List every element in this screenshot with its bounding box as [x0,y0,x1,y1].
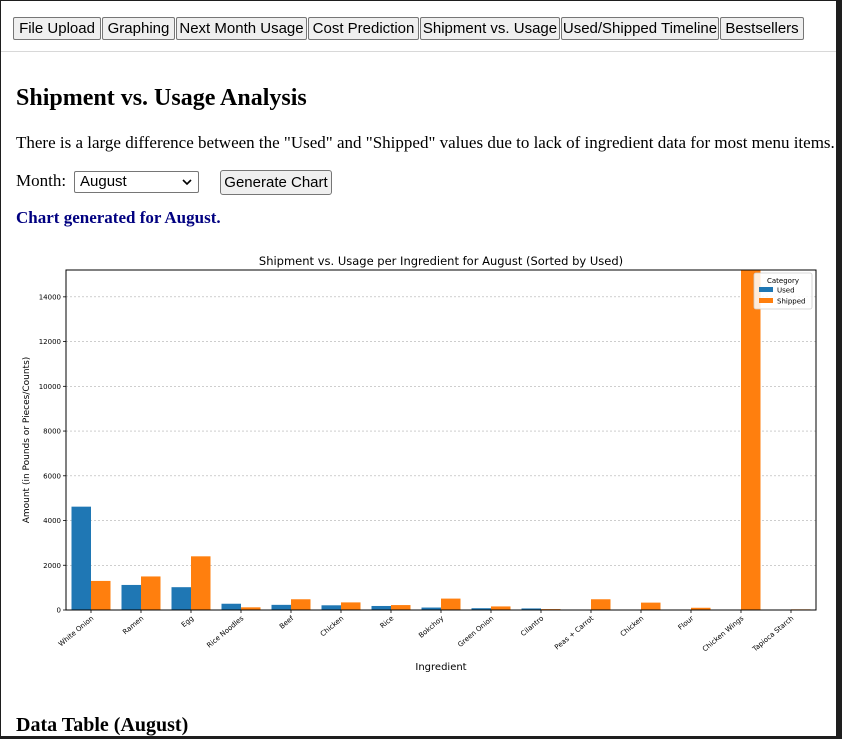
tab-graphing[interactable]: Graphing [102,17,175,40]
legend-label-shipped: Shipped [777,298,805,306]
chevron-down-icon [182,179,192,186]
x-tick-label: Chicken [619,614,645,638]
legend-label-used: Used [777,287,795,295]
x-tick-label: Peas + Carrot [553,614,595,651]
tab-cost-prediction[interactable]: Cost Prediction [308,17,419,40]
x-tick-label: Cilantro [519,614,545,638]
legend-title: Category [767,277,799,285]
bar-shipped [391,605,411,610]
x-axis-ticks: White Onion Ramen Egg Rice Noodles Beef Chick… [57,610,795,654]
bar-used [221,603,241,610]
y-tick-label: 8000 [43,428,61,436]
x-tick-label: Rice [379,614,396,630]
bar-used [321,605,341,610]
legend-swatch-shipped [759,298,773,303]
bar-shipped [141,576,161,610]
x-tick-label: Bokchoy [417,614,445,639]
bar-used [271,604,291,610]
x-tick-label: Chicken [319,614,345,638]
tab-shipment-vs-usage[interactable]: Shipment vs. Usage [420,17,560,40]
tab-file-upload[interactable]: File Upload [13,17,101,40]
month-select-value: August [80,173,127,190]
bar-used [371,605,391,610]
plot-area [65,269,817,611]
chart-title: Shipment vs. Usage per Ingredient for Au… [259,254,623,268]
tab-bestsellers[interactable]: Bestsellers [720,17,804,40]
bar-shipped [291,599,311,610]
x-tick-label: Beef [278,614,296,631]
y-tick-label: 0 [57,607,61,615]
x-tick-label: White Onion [57,614,95,648]
bar-used [71,506,91,610]
bar-shipped [441,598,461,610]
chart-legend: Category Used Shipped [753,272,813,310]
y-axis-ticks: 0 2000 4000 6000 8000 10000 12000 14000 [39,293,66,615]
x-tick-label: Egg [180,614,195,629]
x-tick-label: Green Onion [456,614,495,648]
bar-shipped [491,606,511,610]
bar-shipped [91,580,111,610]
bar-shipped [741,270,761,610]
generate-chart-button[interactable]: Generate Chart [220,170,332,195]
y-tick-label: 12000 [39,338,61,346]
month-label: Month: [16,171,67,190]
app-window: File Upload Graphing Next Month Usage Co… [1,1,836,736]
shipment-usage-chart: Shipment vs. Usage per Ingredient for Au… [22,254,817,673]
tab-bar: File Upload Graphing Next Month Usage Co… [1,1,836,52]
tab-next-month-usage[interactable]: Next Month Usage [176,17,307,40]
x-tick-label: Flour [677,614,696,631]
bar-used [121,584,141,610]
y-tick-label: 6000 [43,472,61,480]
chart-bars [71,270,811,610]
y-tick-label: 14000 [39,293,61,301]
tab-used-shipped-timeline[interactable]: Used/Shipped Timeline [561,17,719,40]
y-tick-label: 4000 [43,517,61,525]
x-tick-label: Chicken Wings [701,614,746,653]
x-tick-label: Ramen [121,614,145,636]
bar-shipped [641,602,661,610]
bar-used [171,587,191,610]
status-message: Chart generated for August. [16,208,221,227]
x-tick-label: Tapioca Starch [750,614,795,654]
bar-shipped [191,556,211,610]
chart-grid [66,296,816,566]
x-axis-label: Ingredient [415,662,466,673]
x-tick-label: Rice Noodles [205,614,245,649]
legend-swatch-used [759,287,773,292]
page-title: Shipment vs. Usage Analysis [16,85,307,111]
data-table-heading: Data Table (August) [16,714,189,736]
bar-shipped [341,602,361,610]
month-select[interactable]: August [74,171,199,193]
y-tick-label: 10000 [39,383,61,391]
y-tick-label: 2000 [43,562,61,570]
bar-shipped [591,599,611,610]
y-axis-label: Amount (in Pounds or Pieces/Counts) [22,357,32,524]
data-note: There is a large difference between the … [16,133,835,152]
